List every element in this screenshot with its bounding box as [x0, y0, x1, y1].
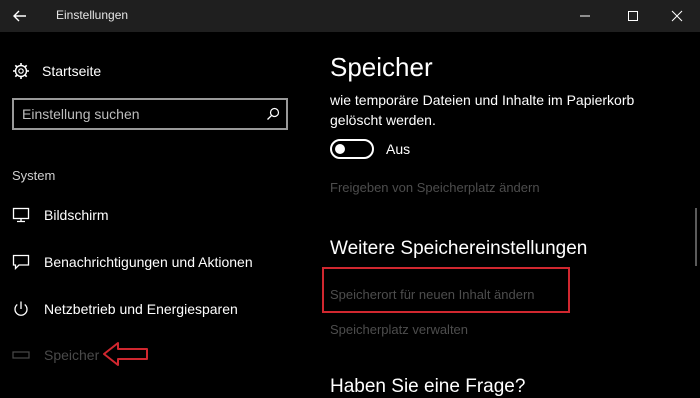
minimize-icon — [580, 15, 590, 17]
scroll-fade — [330, 84, 670, 94]
search-box[interactable] — [12, 98, 288, 130]
sidebar-item-label: Speicher — [44, 347, 100, 363]
sidebar: Startseite System Bildschirm Benachricht… — [0, 32, 300, 383]
main-content: Speicher wie temporäre Dateien und Inhal… — [330, 32, 690, 397]
search-button[interactable] — [266, 107, 280, 126]
close-button[interactable] — [654, 0, 700, 32]
back-button[interactable] — [0, 0, 40, 32]
search-input[interactable] — [22, 100, 252, 128]
sidebar-item-label: Benachrichtigungen und Aktionen — [44, 254, 253, 270]
sidebar-item-label: Bildschirm — [44, 207, 109, 223]
question-heading: Haben Sie eine Frage? — [330, 376, 526, 397]
storage-icon — [12, 351, 30, 359]
sidebar-item-benachrichtigungen[interactable]: Benachrichtigungen und Aktionen — [12, 254, 253, 270]
maximize-button[interactable] — [610, 0, 656, 32]
sidebar-item-netzbetrieb[interactable]: Netzbetrieb und Energiesparen — [12, 300, 238, 318]
monitor-icon — [12, 207, 30, 223]
maximize-icon — [628, 11, 638, 21]
page-title: Speicher — [330, 52, 433, 82]
storage-sense-description: wie temporäre Dateien und Inhalte im Pap… — [330, 92, 635, 128]
toggle-state-label: Aus — [386, 141, 411, 157]
link-change-free-space[interactable]: Freigeben von Speicherplatz ändern — [330, 180, 540, 195]
title-bar: Einstellungen — [0, 0, 700, 32]
link-manage-storage-spaces[interactable]: Speicherplatz verwalten — [330, 322, 468, 337]
search-icon — [267, 107, 280, 120]
storage-sense-toggle-row: Aus — [330, 139, 410, 159]
gear-icon — [13, 63, 29, 79]
sidebar-home-label: Startseite — [42, 63, 102, 79]
annotation-arrow-icon — [103, 342, 148, 366]
close-icon — [671, 10, 683, 22]
back-arrow-icon — [13, 10, 26, 22]
power-icon — [14, 301, 28, 316]
storage-sense-toggle[interactable] — [330, 139, 374, 159]
sidebar-item-bildschirm[interactable]: Bildschirm — [12, 207, 109, 223]
scrollbar-thumb[interactable] — [695, 208, 697, 266]
annotation-highlight-box — [322, 267, 570, 313]
window-title: Einstellungen — [56, 8, 129, 22]
toggle-knob — [335, 144, 345, 154]
sidebar-section-label: System — [12, 168, 56, 183]
sidebar-item-speicher[interactable]: Speicher — [12, 347, 99, 363]
sidebar-home[interactable]: Startseite — [12, 62, 101, 80]
sidebar-item-label: Netzbetrieb und Energiesparen — [44, 301, 238, 317]
minimize-button[interactable] — [562, 0, 608, 32]
more-settings-heading: Weitere Speichereinstellungen — [330, 238, 588, 259]
notification-icon — [12, 254, 30, 270]
